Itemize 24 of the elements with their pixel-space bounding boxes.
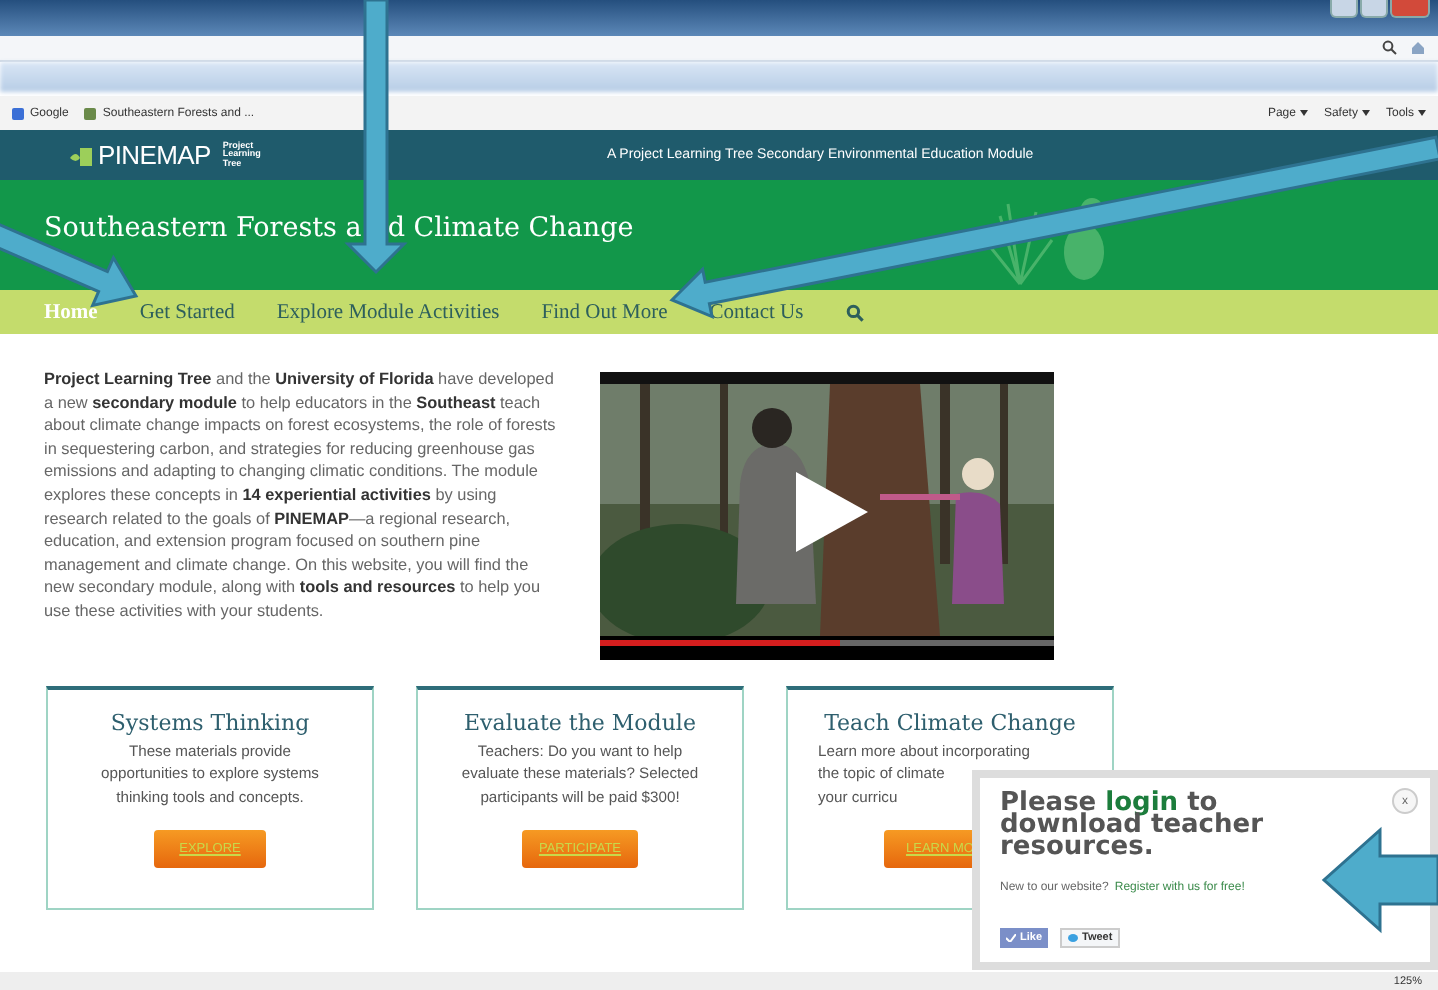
page-title: d Climate Change xyxy=(387,211,634,243)
intro-paragraph: Project Learning Tree and the University of Florida have developed a new secondary module to help educators in the Southeast teach about climate change impacts on forest ecosystems, the role of forests in sequestering carbon, and strategies for reducing greenhouse gas emissions and adapting to changing climatic conditions. The module explores these concepts in 14 experiential activities by using research related to the goals of PINEMAP—a regional research, education, and extension program focused on southern pine management and climate change. On this website, you will find the new secondary module, along with tools and resources to help you use these activities with your students. xyxy=(44,368,558,624)
search-icon[interactable] xyxy=(845,303,864,321)
card-title: Evaluate the Module xyxy=(464,710,696,736)
maximize-button[interactable] xyxy=(1360,0,1388,18)
popup-heading: Please login to download teacher resources. xyxy=(1000,792,1265,858)
caret-icon xyxy=(1361,110,1370,116)
check-icon xyxy=(1006,934,1016,942)
minimize-button[interactable] xyxy=(1330,0,1358,18)
play-icon[interactable] xyxy=(796,472,868,552)
nav-link[interactable]: Get Started xyxy=(139,301,235,323)
leaf-icon xyxy=(70,145,92,165)
favicon-icon xyxy=(84,107,97,119)
card-title: Teach Climate Change xyxy=(824,710,1076,736)
card-title: Systems Thinking xyxy=(110,710,310,736)
nav-link[interactable]: Find Out More xyxy=(541,301,668,323)
site-logo[interactable]: PINEMAP xyxy=(98,140,211,170)
pointer-arrow xyxy=(1321,826,1438,934)
page-title: Southeastern Forests a xyxy=(44,211,362,243)
caret-icon xyxy=(1299,110,1308,116)
search-icon[interactable] xyxy=(1382,40,1398,56)
favicon-icon xyxy=(12,107,24,119)
caret-icon xyxy=(1418,110,1426,116)
nav-link[interactable]: Explore Module Activities xyxy=(276,301,500,323)
